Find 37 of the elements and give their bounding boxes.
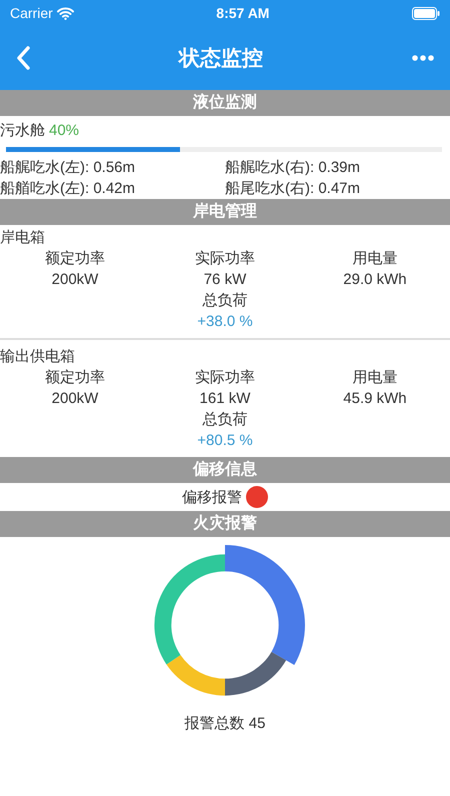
metric-value: 200kW bbox=[50, 389, 100, 409]
metric-label: 用电量 bbox=[351, 368, 398, 388]
metric-value: 76 kW bbox=[202, 270, 248, 290]
back-icon bbox=[16, 46, 30, 70]
more-icon bbox=[412, 55, 434, 61]
draft-reading: 船尾吃水(右): 0.47m bbox=[225, 180, 360, 197]
load-value: +80.5 % bbox=[196, 431, 254, 451]
draft-reading: 船艏吃水(左): 0.42m bbox=[0, 180, 136, 197]
metric-label: 额定功率 bbox=[44, 368, 106, 388]
section-header: 岸电管理 bbox=[0, 199, 450, 225]
section-header: 液位监测 bbox=[0, 90, 450, 116]
battery-icon bbox=[412, 6, 440, 20]
metric-value: 29.0 kWh bbox=[342, 270, 408, 290]
load-label: 总负荷 bbox=[202, 291, 248, 311]
tank-label: 污水舱 bbox=[0, 121, 45, 141]
metric-label: 实际功率 bbox=[194, 249, 256, 269]
load-value: +38.0 % bbox=[196, 312, 254, 332]
time-label: 8:57 AM bbox=[216, 4, 270, 22]
draft-reading: 船艉吃水(左): 0.56m bbox=[0, 159, 136, 176]
box-title: 输出供电箱 bbox=[0, 347, 76, 367]
metric-label: 实际功率 bbox=[194, 368, 256, 388]
section-header: 火灾报警 bbox=[0, 511, 450, 537]
metric-value: 200kW bbox=[50, 270, 100, 290]
wifi-icon bbox=[56, 6, 74, 20]
alarm-label: 偏移报警 bbox=[182, 488, 242, 508]
metric-value: 45.9 kWh bbox=[342, 389, 408, 409]
metric-value: 161 kW bbox=[198, 389, 252, 409]
alarm-total: 报警总数 45 bbox=[184, 714, 266, 734]
page-title: 状态监控 bbox=[179, 48, 263, 68]
box-title: 岸电箱 bbox=[0, 228, 46, 248]
metric-label: 用电量 bbox=[351, 249, 398, 269]
carrier-label: Carrier bbox=[10, 4, 53, 22]
metric-label: 额定功率 bbox=[44, 249, 106, 269]
tank-percentage: 40% bbox=[49, 121, 80, 141]
section-header: 偏移信息 bbox=[0, 457, 450, 483]
load-label: 总负荷 bbox=[202, 410, 248, 430]
draft-reading: 船艉吃水(右): 0.39m bbox=[225, 159, 360, 176]
